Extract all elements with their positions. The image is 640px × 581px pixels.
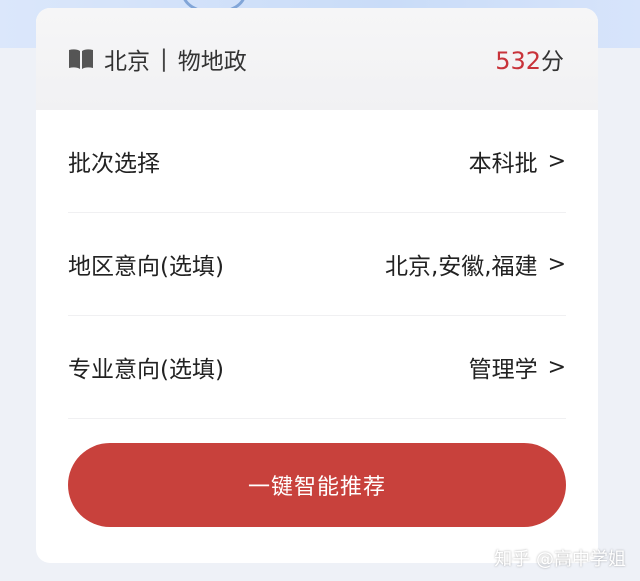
form-card: 北京 | 物地政 532分 批次选择 本科批 > 地区意向(选填) 北京,安徽,… bbox=[36, 8, 598, 563]
chevron-right-icon: > bbox=[547, 354, 566, 380]
header-separator: | bbox=[160, 46, 168, 72]
region-label: 北京 bbox=[104, 49, 150, 75]
row-label: 专业意向(选填) bbox=[68, 357, 224, 383]
smart-recommend-button[interactable]: 一键智能推荐 bbox=[68, 443, 566, 527]
row-value: 本科批 > bbox=[469, 144, 566, 178]
row-value-text: 管理学 bbox=[468, 357, 538, 383]
score-display: 532分 bbox=[495, 42, 564, 76]
watermark: 知乎 @高中学姐 bbox=[494, 549, 626, 570]
row-label: 地区意向(选填) bbox=[68, 254, 224, 280]
row-major-preference[interactable]: 专业意向(选填) 管理学 > bbox=[68, 316, 566, 419]
score-unit: 分 bbox=[541, 49, 564, 75]
subjects-label: 物地政 bbox=[177, 49, 247, 75]
row-region-preference[interactable]: 地区意向(选填) 北京,安徽,福建 > bbox=[68, 213, 566, 316]
row-value-text: 北京,安徽,福建 bbox=[384, 254, 538, 280]
row-label: 批次选择 bbox=[68, 151, 160, 177]
option-list: 批次选择 本科批 > 地区意向(选填) 北京,安徽,福建 > 专业意向(选填) … bbox=[36, 110, 598, 419]
chevron-right-icon: > bbox=[547, 148, 566, 174]
row-batch-select[interactable]: 批次选择 本科批 > bbox=[68, 110, 566, 213]
row-value: 管理学 > bbox=[469, 350, 566, 384]
row-value-text: 本科批 bbox=[468, 151, 538, 177]
header-info: 北京 | 物地政 bbox=[68, 42, 247, 76]
book-icon bbox=[69, 49, 93, 69]
card-header: 北京 | 物地政 532分 bbox=[36, 8, 598, 110]
chevron-right-icon: > bbox=[547, 251, 566, 277]
score-value: 532 bbox=[495, 47, 541, 75]
row-value: 北京,安徽,福建 > bbox=[385, 247, 566, 281]
